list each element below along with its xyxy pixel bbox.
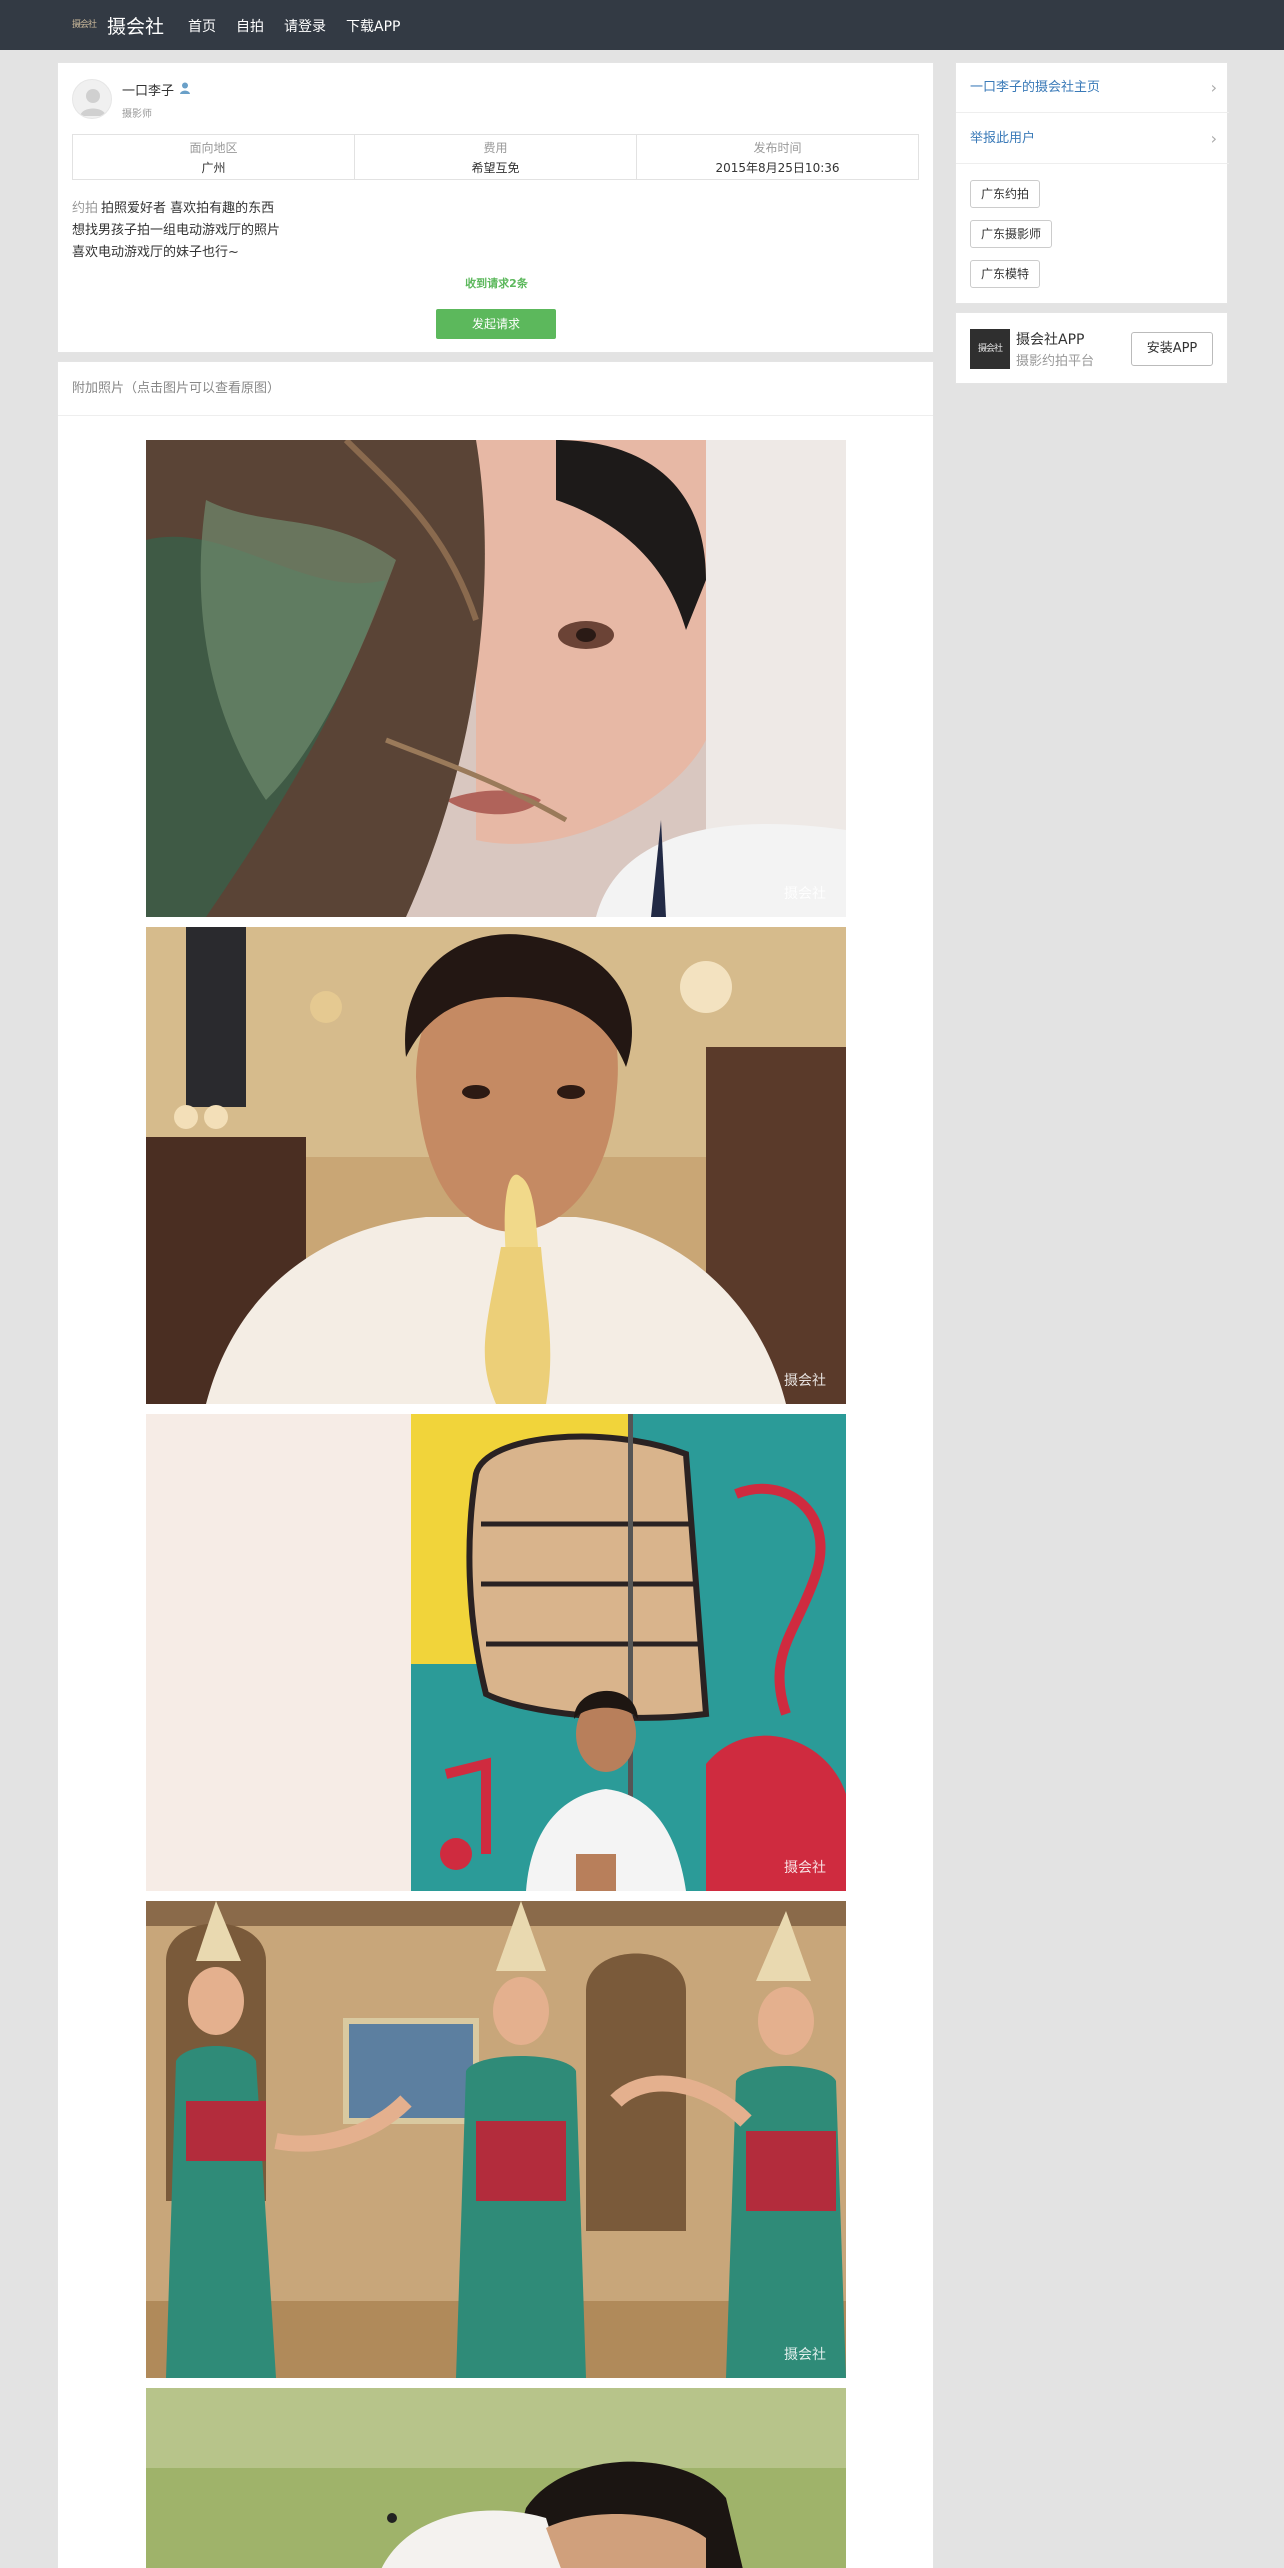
app-logo: 摄会社 (970, 329, 1010, 369)
logo[interactable]: 摄会社 摄会社 (72, 13, 165, 38)
photo-3-watermark: 摄会社 (784, 1860, 826, 1876)
post-description: 约拍 拍照爱好者 喜欢拍有趣的东西 想找男孩子拍一组电动游戏厅的照片 喜欢电动游戏… (72, 198, 280, 264)
logo-mark: 摄会社 (72, 20, 97, 30)
install-app-button[interactable]: 安装APP (1131, 332, 1213, 366)
desc-line-1: 拍照爱好者 喜欢拍有趣的东西 (101, 201, 275, 216)
photos-header: 附加照片（点击图片可以查看原图） (58, 362, 933, 416)
desc-tag: 约拍 (72, 201, 99, 216)
tag-guangdong-photographer[interactable]: 广东摄影师 (970, 220, 1053, 248)
post-info-table: 面向地区 广州 费用 希望互免 发布时间 2015年8月25日10:36 (72, 134, 919, 180)
info-fee-label: 费用 (483, 141, 508, 155)
logo-text: 摄会社 (107, 15, 165, 38)
nav-download-app-link[interactable]: 下载APP (346, 16, 400, 36)
info-time-label: 发布时间 (753, 141, 802, 155)
desc-line: 约拍 拍照爱好者 喜欢拍有趣的东西 (72, 198, 280, 220)
photo-4-watermark: 摄会社 (784, 2347, 826, 2363)
photo-1-image (146, 440, 846, 917)
info-time-value: 2015年8月25日10:36 (715, 161, 840, 175)
desc-line-2: 想找男孩子拍一组电动游戏厅的照片 (72, 223, 281, 238)
tag-guangdong-model[interactable]: 广东模特 (970, 260, 1041, 288)
photo-3[interactable]: 摄会社 (146, 1414, 846, 1891)
photo-1[interactable]: 摄会社 (146, 440, 846, 917)
user-verified-icon (180, 82, 190, 94)
photo-2[interactable]: 摄会社 (146, 927, 846, 1404)
photo-2-image (146, 927, 846, 1404)
default-avatar-icon (80, 89, 106, 116)
photo-2-watermark: 摄会社 (784, 1373, 826, 1389)
photo-5-image (146, 2388, 846, 2568)
send-request-button[interactable]: 发起请求 (436, 309, 556, 339)
photo-3-image (146, 1414, 846, 1891)
info-region-value: 广州 (201, 161, 226, 175)
nav-login-link[interactable]: 请登录 (284, 16, 326, 36)
info-region: 面向地区 广州 (73, 135, 355, 179)
photo-4-image (146, 1901, 846, 2378)
report-user-link-label: 举报此用户 (970, 131, 1036, 146)
tag-guangdong-shoot[interactable]: 广东约拍 (970, 180, 1041, 208)
sidebar-links-panel: 一口李子的摄会社主页 › 举报此用户 › 广东约拍 广东摄影师 广东模特 (955, 62, 1229, 304)
photo-5[interactable] (146, 2388, 846, 2568)
report-user-link[interactable]: 举报此用户 › (956, 114, 1229, 164)
user-role: 摄影师 (122, 109, 152, 120)
info-time: 发布时间 2015年8月25日10:36 (637, 135, 918, 179)
user-home-link-label: 一口李子的摄会社主页 (970, 80, 1101, 95)
app-title: 摄会社APP (1016, 332, 1085, 348)
nav-selfie-link[interactable]: 自拍 (236, 16, 264, 36)
info-fee: 费用 希望互免 (355, 135, 637, 179)
top-navbar: 摄会社 摄会社 首页 自拍 请登录 下载APP (0, 0, 1284, 50)
nav-home-link[interactable]: 首页 (188, 16, 216, 36)
chevron-right-icon: › (1210, 129, 1217, 148)
app-subtitle: 摄影约拍平台 (1016, 354, 1095, 369)
avatar[interactable] (72, 79, 112, 119)
user-home-link[interactable]: 一口李子的摄会社主页 › (956, 63, 1229, 113)
photo-4[interactable]: 摄会社 (146, 1901, 846, 2378)
app-promo-panel: 摄会社 摄会社APP 摄影约拍平台 安装APP (955, 312, 1228, 384)
photo-1-watermark: 摄会社 (784, 886, 826, 902)
photos-panel: 附加照片（点击图片可以查看原图） 摄会社 摄会社 摄会社 摄会社 (57, 361, 934, 2568)
info-fee-value: 希望互免 (471, 161, 520, 175)
chevron-right-icon: › (1210, 78, 1217, 97)
info-region-label: 面向地区 (189, 141, 238, 155)
desc-line-3: 喜欢电动游戏厅的妹子也行~ (72, 245, 239, 260)
post-card: 一口李子 摄影师 面向地区 广州 费用 希望互免 发布时间 2015年8月25日… (57, 62, 934, 353)
username[interactable]: 一口李子 (122, 80, 174, 99)
request-count: 收到请求2条 (465, 277, 528, 290)
